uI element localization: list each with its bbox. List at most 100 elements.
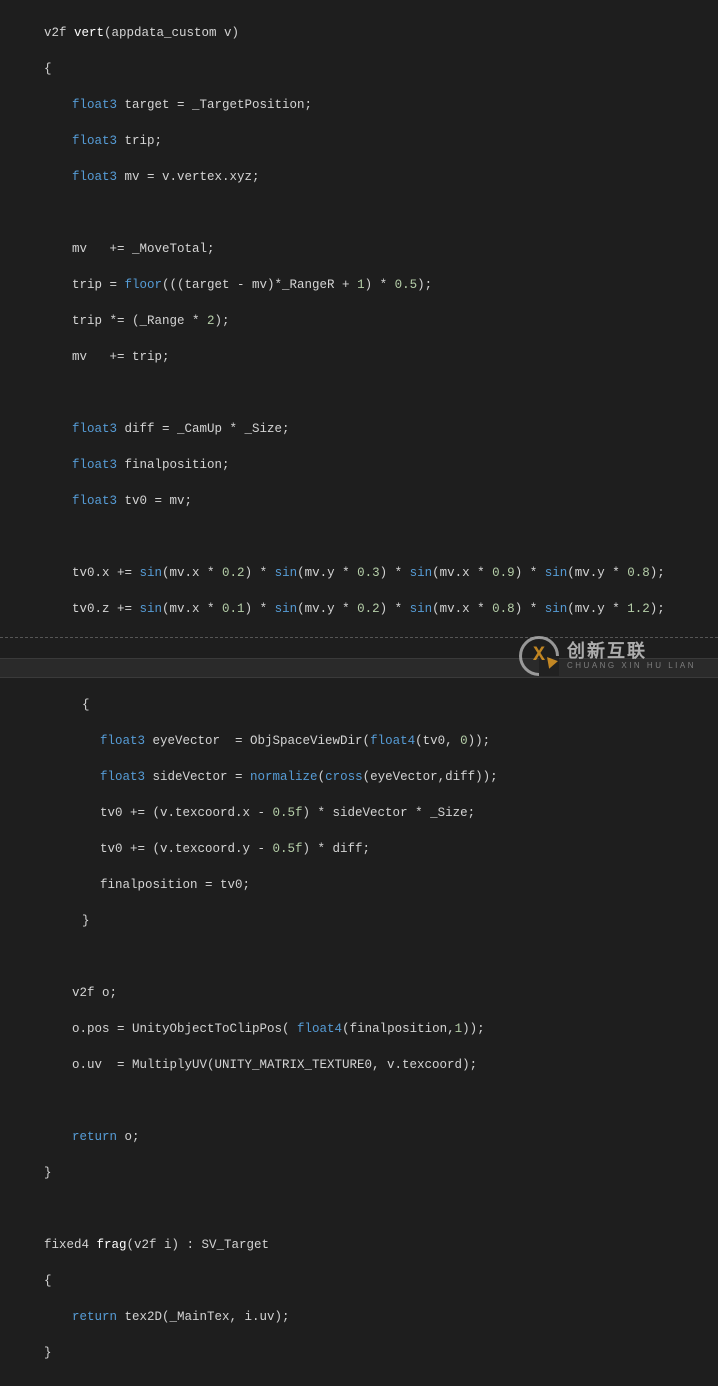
number: 0.8 xyxy=(627,566,650,580)
code-editor[interactable]: v2f vert(appdata_custom v) { float3 targ… xyxy=(0,0,718,1386)
brace: { xyxy=(82,698,90,712)
code-text: tex2D(_MainTex, i.uv); xyxy=(117,1310,290,1324)
keyword: float3 xyxy=(72,494,117,508)
builtin: sin xyxy=(410,566,433,580)
function-name: frag xyxy=(97,1238,127,1252)
builtin: sin xyxy=(545,566,568,580)
code-line: o.pos = UnityObjectToClipPos( float4(fin… xyxy=(0,1020,718,1038)
code-text: o.pos = UnityObjectToClipPos( xyxy=(72,1022,297,1036)
code-line: } xyxy=(0,1344,718,1362)
keyword: float3 xyxy=(72,134,117,148)
code-line: float3 finalposition; xyxy=(0,456,718,474)
code-text: (mv.y * xyxy=(567,602,627,616)
code-line: { xyxy=(0,1272,718,1290)
code-line: float3 sideVector = normalize(cross(eyeV… xyxy=(0,768,718,786)
code-text: tv0 += (v.texcoord.y - xyxy=(100,842,273,856)
code-line: float3 trip; xyxy=(0,132,718,150)
code-text: o; xyxy=(117,1130,140,1144)
code-line: float3 diff = _CamUp * _Size; xyxy=(0,420,718,438)
number: 2 xyxy=(207,314,215,328)
brace: } xyxy=(82,914,90,928)
code-text: ); xyxy=(650,602,665,616)
blank-line xyxy=(0,1092,718,1110)
code-text: mv += trip; xyxy=(72,350,170,364)
code-text: trip *= (_Range * xyxy=(72,314,207,328)
code-text: o.uv = MultiplyUV(UNITY_MATRIX_TEXTURE0,… xyxy=(72,1058,477,1072)
code-line: trip = floor(((target - mv)*_RangeR + 1)… xyxy=(0,276,718,294)
blank-line xyxy=(0,1200,718,1218)
keyword: float3 xyxy=(100,734,145,748)
builtin: sin xyxy=(140,602,163,616)
code-text: (finalposition, xyxy=(342,1022,455,1036)
code-line: float3 target = _TargetPosition; xyxy=(0,96,718,114)
blank-line xyxy=(0,384,718,402)
code-text: finalposition = tv0; xyxy=(100,878,250,892)
code-text: (eyeVector,diff)); xyxy=(363,770,498,784)
builtin: sin xyxy=(410,602,433,616)
code-text: (appdata_custom v) xyxy=(104,26,239,40)
code-text: ) * diff; xyxy=(303,842,371,856)
code-text: )); xyxy=(462,1022,485,1036)
code-text: eyeVector = ObjSpaceViewDir( xyxy=(145,734,370,748)
builtin: sin xyxy=(275,602,298,616)
builtin: sin xyxy=(545,602,568,616)
number: 0.2 xyxy=(357,602,380,616)
number: 0.5f xyxy=(273,842,303,856)
number: 0.2 xyxy=(222,566,245,580)
number: 0 xyxy=(460,734,468,748)
code-text: mv += _MoveTotal; xyxy=(72,242,215,256)
code-line: fixed4 frag(v2f i) : SV_Target xyxy=(0,1236,718,1254)
blank-line xyxy=(0,528,718,546)
code-line: v2f o; xyxy=(0,984,718,1002)
code-text: )); xyxy=(468,734,491,748)
code-text: ) * sideVector * _Size; xyxy=(303,806,476,820)
code-text: fixed4 xyxy=(44,1238,97,1252)
code-text: (mv.x * xyxy=(162,566,222,580)
code-text: mv = v.vertex.xyz; xyxy=(117,170,260,184)
code-line: { xyxy=(0,60,718,78)
code-text: ); xyxy=(650,566,665,580)
brace: { xyxy=(44,1274,52,1288)
code-text: (tv0, xyxy=(415,734,460,748)
keyword: float3 xyxy=(72,170,117,184)
number: 0.9 xyxy=(492,566,515,580)
builtin: floor xyxy=(125,278,163,292)
code-line: o.uv = MultiplyUV(UNITY_MATRIX_TEXTURE0,… xyxy=(0,1056,718,1074)
code-text: (mv.y * xyxy=(567,566,627,580)
code-line: float3 tv0 = mv; xyxy=(0,492,718,510)
highlighted-line xyxy=(0,658,718,678)
code-text: ); xyxy=(215,314,230,328)
code-text: tv0 = mv; xyxy=(117,494,192,508)
code-text: trip = xyxy=(72,278,125,292)
number: 0.5 xyxy=(395,278,418,292)
code-text: finalposition; xyxy=(117,458,230,472)
keyword: float4 xyxy=(370,734,415,748)
code-text: tv0 += (v.texcoord.x - xyxy=(100,806,273,820)
code-line: tv0 += (v.texcoord.x - 0.5f) * sideVecto… xyxy=(0,804,718,822)
code-line: mv += trip; xyxy=(0,348,718,366)
code-text: (((target - mv)*_RangeR + xyxy=(162,278,357,292)
code-text: tv0.x += xyxy=(72,566,140,580)
keyword: float3 xyxy=(72,98,117,112)
code-line: tv0.z += sin(mv.x * 0.1) * sin(mv.y * 0.… xyxy=(0,600,718,618)
keyword: return xyxy=(72,1310,117,1324)
number: 1.2 xyxy=(627,602,650,616)
blank-line xyxy=(0,948,718,966)
code-text: ) * xyxy=(365,278,395,292)
code-text: ); xyxy=(417,278,432,292)
builtin: cross xyxy=(325,770,363,784)
code-text: ) * xyxy=(515,602,545,616)
code-line: finalposition = tv0; xyxy=(0,876,718,894)
number: 0.3 xyxy=(357,566,380,580)
number: 0.5f xyxy=(273,806,303,820)
code-text: (mv.y * xyxy=(297,566,357,580)
code-text: tv0.z += xyxy=(72,602,140,616)
builtin: sin xyxy=(140,566,163,580)
code-text: diff = _CamUp * _Size; xyxy=(117,422,290,436)
code-text: ( xyxy=(318,770,326,784)
blank-line xyxy=(0,204,718,222)
code-line: return o; xyxy=(0,1128,718,1146)
code-line: } xyxy=(0,1164,718,1182)
keyword: return xyxy=(72,1130,117,1144)
brace: { xyxy=(44,62,52,76)
